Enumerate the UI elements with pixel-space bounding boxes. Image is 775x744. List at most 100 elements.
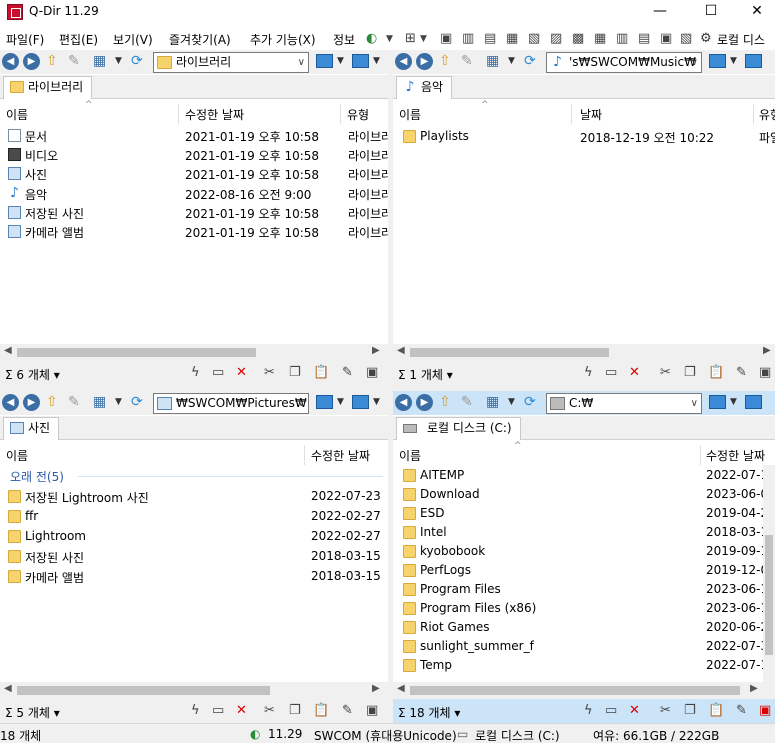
lightning-icon[interactable]: ϟ bbox=[584, 703, 593, 718]
paste-icon[interactable]: 📋 bbox=[708, 703, 724, 718]
monitor-icon[interactable] bbox=[352, 395, 369, 409]
monitor-icon[interactable] bbox=[316, 54, 333, 68]
scroll-thumb[interactable] bbox=[17, 348, 256, 357]
preview-icon[interactable]: ▣ bbox=[366, 703, 378, 718]
column-divider[interactable] bbox=[178, 104, 179, 124]
scroll-right-icon[interactable]: ▶ bbox=[372, 345, 380, 356]
up-folder-icon[interactable]: ⇧ bbox=[439, 393, 451, 411]
horizontal-scrollbar[interactable]: ◀ ▶ bbox=[393, 344, 775, 361]
copy-icon[interactable]: ❐ bbox=[684, 703, 696, 718]
refresh-icon[interactable]: ⟳ bbox=[131, 393, 143, 411]
item-count[interactable]: Σ 18 개체 ▾ bbox=[398, 704, 460, 721]
column-date[interactable]: 수정한 날짜 bbox=[706, 447, 765, 464]
scroll-left-icon[interactable]: ◀ bbox=[397, 683, 405, 694]
rename-icon[interactable]: ▭ bbox=[605, 703, 617, 718]
horizontal-scrollbar[interactable]: ◀ ▶ bbox=[0, 682, 388, 699]
column-name[interactable]: 이름 bbox=[399, 106, 421, 123]
view-mode-icon[interactable]: ▦ bbox=[486, 52, 499, 70]
chevron-down-icon[interactable]: ▼ bbox=[508, 52, 515, 70]
tab-local-disk[interactable]: 로컬 디스크 (C:) bbox=[396, 417, 521, 440]
scroll-right-icon[interactable]: ▶ bbox=[750, 683, 758, 694]
chevron-down-icon[interactable]: ▼ bbox=[730, 393, 737, 411]
list-item[interactable]: Program Files (x86) 2023-06-1 bbox=[393, 599, 775, 618]
properties-icon[interactable]: ✎ bbox=[736, 365, 747, 380]
chevron-down-icon[interactable]: ▼ bbox=[373, 393, 380, 411]
horizontal-scrollbar[interactable]: ◀ ▶ bbox=[0, 344, 388, 361]
scroll-right-icon[interactable]: ▶ bbox=[372, 683, 380, 694]
list-item[interactable]: 저장된 사진 2018-03-15 bbox=[0, 547, 388, 566]
list-item[interactable]: 카메라 앨범 2018-03-15 bbox=[0, 567, 388, 586]
menu-edit[interactable]: 편집(E) bbox=[59, 31, 98, 48]
column-name[interactable]: 이름 bbox=[6, 447, 28, 464]
properties-icon[interactable]: ✎ bbox=[736, 703, 747, 718]
list-item[interactable]: Temp 2022-07-1 bbox=[393, 656, 775, 675]
layout-single-icon[interactable]: ▣ bbox=[440, 31, 452, 46]
tab-pictures[interactable]: 사진 bbox=[3, 417, 60, 440]
delete-icon[interactable]: ✕ bbox=[236, 365, 247, 380]
layout-3b-icon[interactable]: ▧ bbox=[528, 31, 540, 46]
layout-3c-icon[interactable]: ▨ bbox=[550, 31, 562, 46]
list-item[interactable]: AITEMP 2022-07-1 bbox=[393, 466, 775, 485]
copy-icon[interactable]: ❐ bbox=[289, 365, 301, 380]
list-item[interactable]: 저장된 Lightroom 사진 2022-07-23 bbox=[0, 487, 388, 506]
tab-library[interactable]: 라이브러리 bbox=[3, 76, 93, 99]
drive-label[interactable]: 로컬 디스 bbox=[717, 31, 765, 48]
lightning-icon[interactable]: ϟ bbox=[191, 365, 200, 380]
lightning-icon[interactable]: ϟ bbox=[191, 703, 200, 718]
column-divider[interactable] bbox=[700, 445, 701, 465]
paste-icon[interactable]: 📋 bbox=[708, 365, 724, 380]
paste-icon[interactable]: 📋 bbox=[313, 365, 329, 380]
layout-2v-icon[interactable]: ▥ bbox=[462, 31, 474, 46]
drive-info-icon[interactable]: ⚙ bbox=[700, 31, 712, 46]
chevron-down-icon[interactable]: ▼ bbox=[337, 393, 344, 411]
chevron-down-icon[interactable]: ∨ bbox=[691, 53, 698, 72]
list-item[interactable]: Riot Games 2020-06-2 bbox=[393, 618, 775, 637]
address-bar[interactable]: ₩SWCOM₩Pictures₩ ∨ bbox=[153, 393, 309, 414]
column-date[interactable]: 날짜 bbox=[580, 106, 602, 123]
address-bar[interactable]: C:₩ ∨ bbox=[546, 393, 702, 414]
chevron-down-icon[interactable]: ▼ bbox=[730, 52, 737, 70]
column-name[interactable]: 이름 bbox=[6, 106, 28, 123]
item-count[interactable]: Σ 6 개체 ▾ bbox=[5, 366, 60, 383]
monitor-icon[interactable] bbox=[316, 395, 333, 409]
chevron-down-icon[interactable]: ▼ bbox=[373, 52, 380, 70]
monitor-icon[interactable] bbox=[352, 54, 369, 68]
paste-icon[interactable]: 📋 bbox=[313, 703, 329, 718]
back-icon[interactable]: ◀ bbox=[395, 53, 412, 70]
list-item[interactable]: Download 2023-06-0 bbox=[393, 485, 775, 504]
cut-icon[interactable]: ✂ bbox=[660, 365, 671, 380]
menu-favorites[interactable]: 즐겨찾기(A) bbox=[169, 31, 231, 48]
delete-icon[interactable]: ✕ bbox=[236, 703, 247, 718]
menu-extras[interactable]: 추가 기능(X) bbox=[250, 31, 316, 48]
copy-icon[interactable]: ❐ bbox=[684, 365, 696, 380]
view-mode-icon[interactable]: ▦ bbox=[93, 52, 106, 70]
delete-icon[interactable]: ✕ bbox=[629, 703, 640, 718]
preview-icon[interactable]: ▣ bbox=[759, 365, 771, 380]
new-folder-icon[interactable]: ✎ bbox=[68, 52, 80, 70]
column-divider[interactable] bbox=[571, 104, 572, 124]
layout-4b-icon[interactable]: ▥ bbox=[616, 31, 628, 46]
monitor-icon[interactable] bbox=[745, 54, 762, 68]
list-item[interactable]: 비디오 2021-01-19 오후 10:58 라이브러 bbox=[0, 145, 388, 164]
item-count[interactable]: Σ 5 개체 ▾ bbox=[5, 704, 60, 721]
item-count[interactable]: Σ 1 개체 ▾ bbox=[398, 366, 453, 383]
layout-quad-icon[interactable]: ⊞ bbox=[405, 31, 416, 46]
layout-4d-icon[interactable]: ▣ bbox=[660, 31, 672, 46]
column-divider[interactable] bbox=[753, 104, 754, 124]
layout-2h-icon[interactable]: ▤ bbox=[484, 31, 496, 46]
vertical-scrollbar[interactable] bbox=[763, 465, 775, 682]
scroll-thumb[interactable] bbox=[410, 348, 609, 357]
rename-icon[interactable]: ▭ bbox=[212, 365, 224, 380]
scroll-left-icon[interactable]: ◀ bbox=[397, 345, 405, 356]
layout-4e-icon[interactable]: ▧ bbox=[680, 31, 692, 46]
rename-icon[interactable]: ▭ bbox=[605, 365, 617, 380]
delete-icon[interactable]: ✕ bbox=[629, 365, 640, 380]
maximize-button[interactable]: ☐ bbox=[688, 0, 734, 24]
new-folder-icon[interactable]: ✎ bbox=[68, 393, 80, 411]
up-folder-icon[interactable]: ⇧ bbox=[439, 52, 451, 70]
scroll-right-icon[interactable]: ▶ bbox=[763, 345, 771, 356]
list-item[interactable]: 저장된 사진 2021-01-19 오후 10:58 라이브러 bbox=[0, 203, 388, 222]
list-item[interactable]: 카메라 앨범 2021-01-19 오후 10:58 라이브러 bbox=[0, 222, 388, 241]
back-icon[interactable]: ◀ bbox=[2, 394, 19, 411]
view-mode-icon[interactable]: ▦ bbox=[93, 393, 106, 411]
